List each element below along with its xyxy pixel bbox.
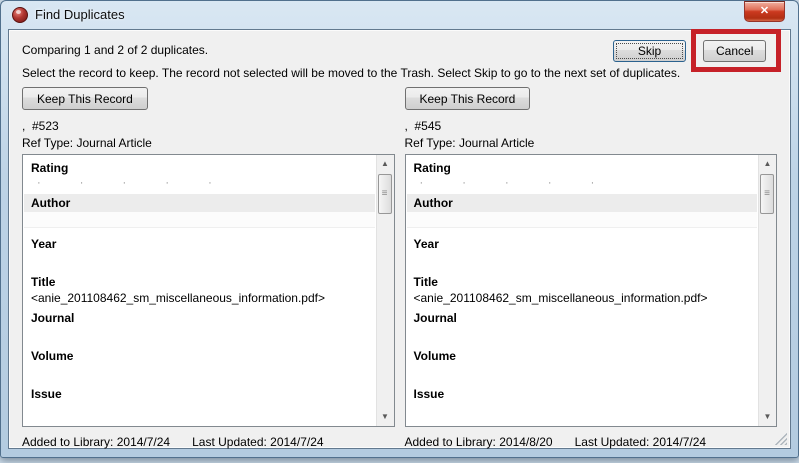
field-value-title[interactable]: <anie_201108462_sm_miscellaneous_informa…	[407, 290, 758, 306]
keep-this-record-button-left[interactable]: Keep This Record	[22, 87, 148, 110]
field-label-year: Year	[413, 237, 439, 251]
last-updated-left: Last Updated: 2014/7/24	[192, 435, 324, 449]
rating-stars-empty[interactable]: · · · · ·	[407, 176, 758, 190]
cancel-button-area: Cancel	[691, 29, 781, 72]
close-button[interactable]: ✕	[744, 1, 785, 22]
record-panel-left[interactable]: Rating · · · · · Author Year Title <anie…	[22, 154, 395, 427]
comparing-status-text: Comparing 1 and 2 of 2 duplicates.	[22, 43, 209, 57]
scrollbar-thumb[interactable]: ≡	[760, 174, 774, 214]
window-title: Find Duplicates	[35, 7, 125, 22]
find-duplicates-dialog: Find Duplicates ✕ Comparing 1 and 2 of 2…	[0, 0, 799, 458]
record-footer-left: Added to Library: 2014/7/24 Last Updated…	[22, 435, 395, 449]
record-column-left: Keep This Record , #523 Ref Type: Journa…	[22, 83, 395, 449]
scroll-down-arrow-icon[interactable]: ▼	[378, 409, 393, 425]
resize-grip[interactable]	[774, 432, 787, 445]
record-panel-right[interactable]: Rating · · · · · Author Year Title <anie…	[404, 154, 777, 427]
field-label-issue: Issue	[31, 387, 62, 401]
field-label-volume: Volume	[413, 349, 456, 363]
added-to-library-left: Added to Library: 2014/7/24	[22, 435, 171, 449]
field-label-title: Title	[31, 275, 56, 289]
record-fields-right: Rating · · · · · Author Year Title <anie…	[406, 155, 758, 426]
endnote-app-icon	[12, 7, 28, 23]
field-value-author[interactable]	[24, 212, 375, 228]
scrollbar-thumb[interactable]: ≡	[377, 174, 392, 214]
title-bar[interactable]: Find Duplicates ✕	[1, 1, 798, 29]
cancel-button[interactable]: Cancel	[703, 40, 766, 62]
field-label-title: Title	[413, 275, 438, 289]
scroll-up-arrow-icon[interactable]: ▲	[378, 156, 393, 172]
field-label-rating: Rating	[413, 161, 451, 175]
dialog-body: Comparing 1 and 2 of 2 duplicates. Skip …	[8, 29, 791, 449]
instruction-text: Select the record to keep. The record no…	[22, 66, 681, 80]
scrollbar-right[interactable]: ▲ ≡ ▼	[758, 155, 776, 426]
ref-type-left: Ref Type: Journal Article	[22, 136, 152, 150]
scroll-up-arrow-icon[interactable]: ▲	[760, 156, 775, 172]
record-comparison-columns: Keep This Record , #523 Ref Type: Journa…	[9, 80, 790, 449]
rating-stars-empty[interactable]: · · · · ·	[24, 176, 375, 190]
field-value-title[interactable]: <anie_201108462_sm_miscellaneous_informa…	[24, 290, 375, 306]
field-label-volume: Volume	[31, 349, 74, 363]
field-label-rating: Rating	[31, 161, 69, 175]
ref-type-right: Ref Type: Journal Article	[404, 136, 535, 150]
last-updated-right: Last Updated: 2014/7/24	[574, 435, 707, 449]
added-to-library-right: Added to Library: 2014/8/20	[404, 435, 553, 449]
field-label-author: Author	[24, 194, 375, 212]
field-label-year: Year	[31, 237, 57, 251]
scroll-down-arrow-icon[interactable]: ▼	[760, 409, 775, 425]
field-label-journal: Journal	[413, 311, 457, 325]
record-fields-left: Rating · · · · · Author Year Title <anie…	[24, 155, 375, 426]
field-label-author: Author	[406, 194, 757, 212]
field-label-journal: Journal	[31, 311, 75, 325]
top-bar: Comparing 1 and 2 of 2 duplicates. Skip …	[9, 29, 790, 72]
skip-button[interactable]: Skip	[613, 40, 686, 62]
field-label-issue: Issue	[413, 387, 445, 401]
record-column-right: Keep This Record , #545 Ref Type: Journa…	[404, 83, 778, 449]
scrollbar-left[interactable]: ▲ ≡ ▼	[375, 155, 394, 426]
field-value-author[interactable]	[406, 212, 757, 228]
record-footer-right: Added to Library: 2014/8/20 Last Updated…	[405, 435, 778, 449]
record-id-right: , #545	[404, 119, 442, 133]
record-id-left: , #523	[22, 119, 59, 133]
close-icon: ✕	[759, 5, 770, 17]
keep-this-record-button-right[interactable]: Keep This Record	[404, 87, 531, 110]
